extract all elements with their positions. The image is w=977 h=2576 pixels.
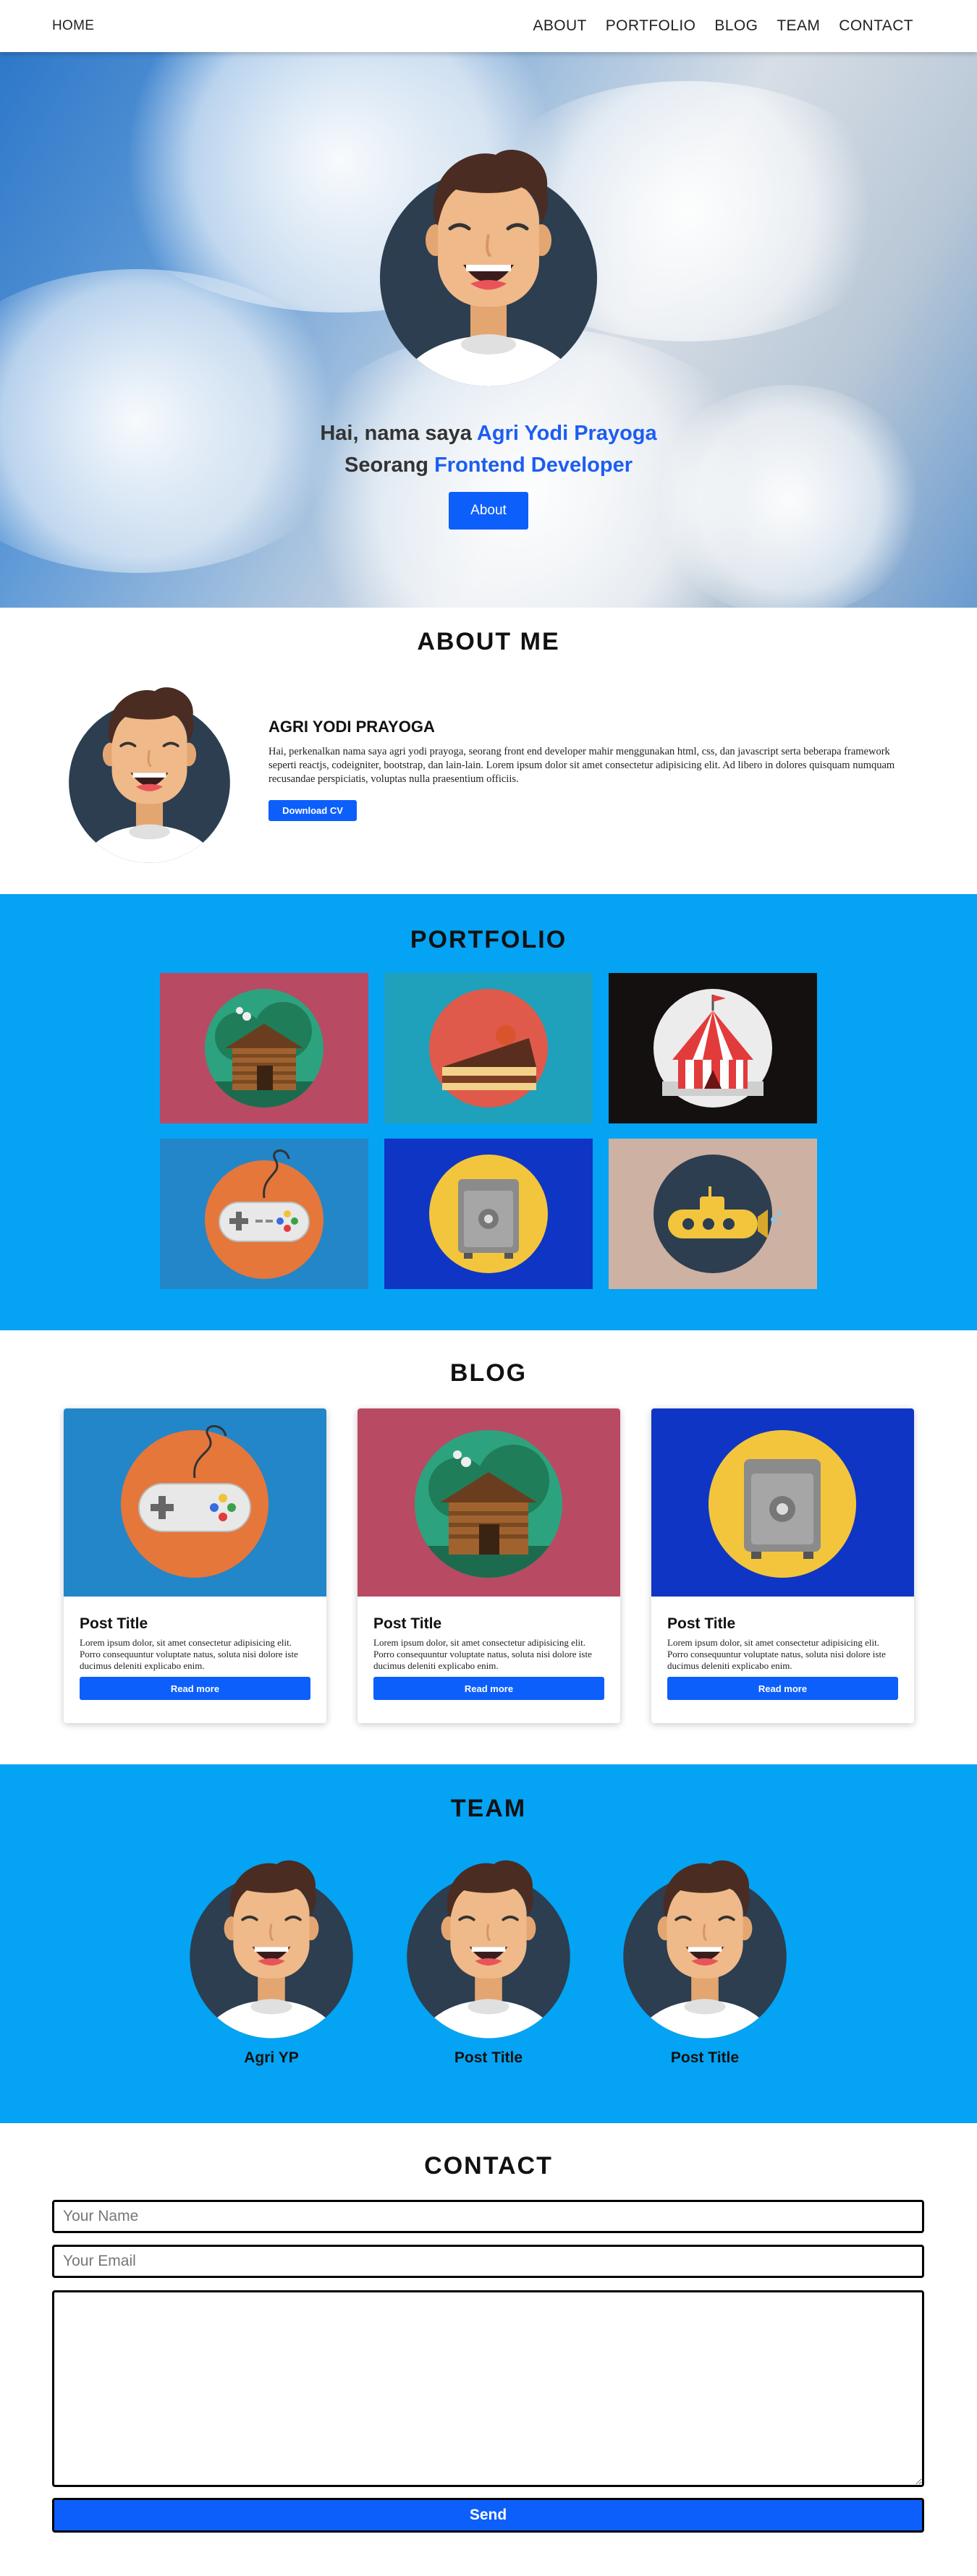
nav-home-link[interactable]: HOME [52,18,94,34]
member-avatar [182,1845,361,2041]
contact-title: CONTACT [424,2152,553,2180]
team-member: Post Title [399,1845,578,2066]
portfolio-item-circus[interactable] [609,973,817,1123]
read-more-button[interactable]: Read more [373,1677,604,1700]
nav-link-contact[interactable]: CONTACT [839,17,913,35]
hero-name: Agri Yodi Prayoga [476,422,657,445]
message-textarea[interactable] [52,2290,924,2487]
team-section: TEAM Agri YP Post Title Post Title [0,1764,977,2123]
name-input[interactable] [52,2200,924,2233]
contact-section: CONTACT Send [0,2123,977,2576]
portfolio-item-cake[interactable] [384,973,593,1123]
team-member: Agri YP [182,1845,361,2066]
about-name: AGRI YODI PRAYOGA [268,718,435,736]
game-controller-icon [64,1408,326,1597]
hero-about-button[interactable]: About [449,492,528,530]
portfolio-item-submarine[interactable] [609,1139,817,1289]
email-input[interactable] [52,2245,924,2278]
member-name: Agri YP [244,2049,299,2066]
read-more-button[interactable]: Read more [80,1677,310,1700]
team-title: TEAM [450,1795,527,1822]
member-avatar [399,1845,578,2041]
member-name: Post Title [454,2049,523,2066]
portfolio-item-controller[interactable] [160,1139,368,1289]
blog-card: Post Title Lorem ipsum dolor, sit amet c… [651,1408,914,1723]
post-excerpt: Lorem ipsum dolor, sit amet consectetur … [667,1637,886,1671]
top-navbar: HOME ABOUT PORTFOLIO BLOG TEAM CONTACT [0,0,977,52]
member-avatar [615,1845,795,2041]
portfolio-item-cabin[interactable] [160,973,368,1123]
post-title: Post Title [667,1615,736,1632]
about-section: ABOUT ME AGRI YODI PRAYOGA Hai, perkenal… [0,608,977,894]
download-cv-button[interactable]: Download CV [268,800,357,821]
post-title: Post Title [373,1615,442,1632]
safe-icon [384,1139,593,1289]
post-excerpt: Lorem ipsum dolor, sit amet consectetur … [80,1637,298,1671]
send-button[interactable]: Send [52,2498,924,2533]
blog-section: BLOG Post Title Lorem ipsum dolor, sit a… [0,1330,977,1764]
safe-icon [651,1408,914,1597]
about-avatar [61,671,238,867]
circus-tent-icon [609,973,817,1123]
nav-link-portfolio[interactable]: PORTFOLIO [606,17,696,35]
hero-intro-text: Hai, nama saya [320,422,477,445]
member-name: Post Title [670,2049,740,2066]
read-more-button[interactable]: Read more [667,1677,898,1700]
hero-section: Hai, nama saya Agri Yodi Prayoga Seorang… [0,52,977,608]
nav-link-about[interactable]: ABOUT [533,17,586,35]
hero-role: Frontend Developer [434,454,633,477]
team-member: Post Title [615,1845,795,2066]
hero-role-prefix: Seorang [344,454,435,477]
post-title: Post Title [80,1615,148,1632]
cabin-icon [160,973,368,1123]
game-controller-icon [160,1139,368,1289]
portfolio-item-safe[interactable] [384,1139,593,1289]
about-title: ABOUT ME [417,628,560,655]
portfolio-title: PORTFOLIO [410,926,567,953]
nav-links: ABOUT PORTFOLIO BLOG TEAM CONTACT [533,17,913,35]
cake-icon [384,973,593,1123]
submarine-icon [609,1139,817,1289]
post-excerpt: Lorem ipsum dolor, sit amet consectetur … [373,1637,592,1671]
hero-heading: Hai, nama saya Agri Yodi Prayoga Seorang… [0,417,977,481]
blog-title: BLOG [449,1359,528,1387]
portfolio-section: PORTFOLIO [0,894,977,1330]
nav-link-team[interactable]: TEAM [777,17,820,35]
about-description: Hai, perkenalkan nama saya agri yodi pra… [268,746,895,785]
hero-avatar [369,133,608,386]
cabin-icon [358,1408,620,1597]
blog-card: Post Title Lorem ipsum dolor, sit amet c… [358,1408,620,1723]
nav-link-blog[interactable]: BLOG [714,17,758,35]
blog-card: Post Title Lorem ipsum dolor, sit amet c… [64,1408,326,1723]
